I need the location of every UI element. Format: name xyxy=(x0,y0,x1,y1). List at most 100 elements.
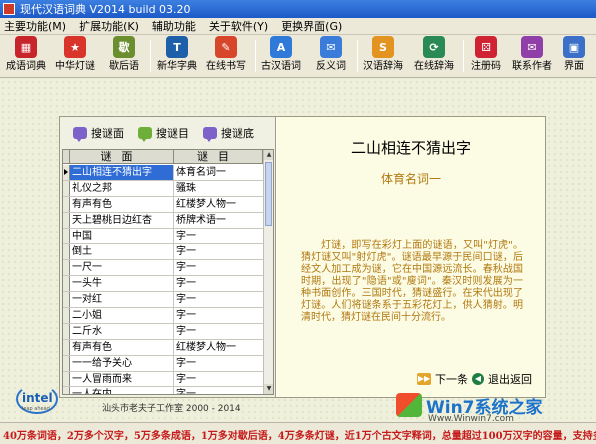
riddle-cell[interactable]: 二小姐 xyxy=(70,308,174,323)
column-header-riddle[interactable]: 谜面 xyxy=(70,150,174,164)
table-row[interactable]: 中国 字一 xyxy=(63,228,263,245)
toolbar-chinese-cihai-button[interactable]: S 汉语辞海 xyxy=(363,36,403,76)
tab-label: 搜谜底 xyxy=(221,126,254,140)
status-ticker: 40万条词语，2万多个汉字，5万多条成语，1万多对歇后语，4万多条灯谜，近1万个… xyxy=(3,431,596,442)
row-indicator xyxy=(63,260,70,276)
toolbar-registration-button[interactable]: ⚄ 注册码 xyxy=(471,36,501,76)
category-cell[interactable]: 字一 xyxy=(174,308,263,323)
exit-return-button[interactable]: ◀ 退出返回 xyxy=(472,371,532,387)
column-header-category[interactable]: 谜目 xyxy=(174,150,263,164)
category-cell[interactable]: 字一 xyxy=(174,276,263,291)
row-indicator xyxy=(63,339,70,355)
riddle-cell[interactable]: 中国 xyxy=(70,228,174,244)
xinhua-dictionary-icon: T xyxy=(166,36,188,58)
riddle-cell[interactable]: 倒土 xyxy=(70,244,174,260)
toolbar-xiehouyu-button[interactable]: 歇 歇后语 xyxy=(109,36,139,76)
scroll-down-arrow-icon[interactable]: ▼ xyxy=(264,384,273,394)
next-riddle-button[interactable]: ▶▶ 下一条 xyxy=(417,371,468,387)
toolbar-contact-author-button[interactable]: ✉ 联系作者 xyxy=(512,36,552,76)
tab-search-riddle-text[interactable]: 搜谜面 xyxy=(73,125,124,142)
table-row[interactable]: 有声有色 红楼梦人物一 xyxy=(63,196,263,213)
table-row[interactable]: 二斤水 字一 xyxy=(63,323,263,340)
table-row[interactable]: 一人在内 字一 xyxy=(63,387,263,394)
category-cell[interactable]: 体育名词一 xyxy=(174,165,263,180)
riddle-detail-pane: 二山相连不猜出字 体育名词一 灯谜，即写在彩灯上面的谜语，又叫"灯虎"。猜灯谜又… xyxy=(277,117,545,397)
toolbar-online-cihai-button[interactable]: ⟳ 在线辞海 xyxy=(414,36,454,76)
toolbar-idiom-dictionary-button[interactable]: ▦ 成语词典 xyxy=(6,36,46,76)
category-cell[interactable]: 字一 xyxy=(174,244,263,259)
riddle-cell[interactable]: 二山相连不猜出字 xyxy=(70,165,174,180)
menu-main-functions[interactable]: 主要功能(M) xyxy=(4,18,66,34)
idiom-dictionary-icon: ▦ xyxy=(15,36,37,58)
scrollbar-thumb[interactable] xyxy=(265,162,272,226)
category-cell[interactable]: 字一 xyxy=(174,324,263,339)
row-indicator xyxy=(63,165,70,180)
speech-bubble-icon xyxy=(138,126,152,142)
toolbar-label: 在线辞海 xyxy=(414,61,454,72)
riddle-cell[interactable]: 一一给予关心 xyxy=(70,355,174,371)
window-title: 现代汉语词典 V2014 build 03.20 xyxy=(20,3,191,16)
category-cell[interactable]: 字一 xyxy=(174,387,263,394)
row-indicator xyxy=(63,371,70,387)
riddle-explanation: 灯谜，即写在彩灯上面的谜语，又叫"灯虎"。猜灯谜又叫"射灯虎"。谜语最早源于民间… xyxy=(301,240,523,323)
intel-slogan: leap ahead xyxy=(22,406,50,412)
riddle-cell[interactable]: 有声有色 xyxy=(70,339,174,355)
category-cell[interactable]: 字一 xyxy=(174,372,263,387)
table-scrollbar[interactable]: ▲ ▼ xyxy=(263,150,273,394)
toolbar-online-writing-button[interactable]: ✎ 在线书写 xyxy=(206,36,246,76)
category-cell[interactable]: 字一 xyxy=(174,356,263,371)
search-tabs: 搜谜面 搜谜目 搜谜底 xyxy=(60,117,276,148)
category-cell[interactable]: 骚珠 xyxy=(174,181,263,196)
app-icon xyxy=(3,3,15,15)
antonym-icon: ✉ xyxy=(320,36,342,58)
intel-brand: intel xyxy=(22,391,53,405)
menu-about-software[interactable]: 关于软件(Y) xyxy=(209,18,268,34)
riddle-category: 体育名词一 xyxy=(380,172,441,186)
table-row[interactable]: 一尺一 字一 xyxy=(63,260,263,277)
toolbar-interface-button[interactable]: ▣ 界面 xyxy=(563,36,585,76)
category-cell[interactable]: 红楼梦人物一 xyxy=(174,340,263,355)
menu-extended-functions[interactable]: 扩展功能(K) xyxy=(79,18,139,34)
table-row[interactable]: 一头牛 字一 xyxy=(63,276,263,293)
toolbar-label: 联系作者 xyxy=(512,61,552,72)
toolbar-xinhua-dictionary-button[interactable]: T 新华字典 xyxy=(157,36,197,76)
table-row[interactable]: 有声有色 红楼梦人物一 xyxy=(63,339,263,356)
toolbar-label: 新华字典 xyxy=(157,61,197,72)
tab-search-riddle-answer[interactable]: 搜谜底 xyxy=(203,125,254,142)
toolbar-classical-chinese-button[interactable]: A 古汉语词 xyxy=(261,36,301,76)
table-row[interactable]: 礼仪之邦 骚珠 xyxy=(63,180,263,197)
table-row[interactable]: 二小姐 字一 xyxy=(63,308,263,324)
riddle-cell[interactable]: 天上碧桃日边红杏 xyxy=(70,212,174,228)
riddle-cell[interactable]: 一对红 xyxy=(70,292,174,308)
table-row[interactable]: 一对红 字一 xyxy=(63,292,263,309)
riddle-table: 谜面 谜目 二山相连不猜出字 体育名词一 礼仪之邦 骚珠 有声有色 红楼梦人物一 天上碧桃日… xyxy=(62,149,274,395)
riddle-cell[interactable]: 一人在内 xyxy=(70,387,174,394)
toolbar-chinese-riddles-button[interactable]: ★ 中华灯谜 xyxy=(55,36,95,76)
table-row[interactable]: 二山相连不猜出字 体育名词一 xyxy=(63,165,263,181)
category-cell[interactable]: 字一 xyxy=(174,260,263,275)
riddle-text: 二山相连不猜出字 xyxy=(350,139,471,157)
table-row[interactable]: 倒土 字一 xyxy=(63,244,263,261)
menu-change-interface[interactable]: 更换界面(G) xyxy=(281,18,342,34)
category-cell[interactable]: 字一 xyxy=(174,229,263,244)
category-cell[interactable]: 桥牌术语一 xyxy=(174,213,263,228)
scroll-up-arrow-icon[interactable]: ▲ xyxy=(264,150,273,160)
toolbar-label: 注册码 xyxy=(471,61,501,72)
table-row[interactable]: 天上碧桃日边红杏 桥牌术语一 xyxy=(63,212,263,229)
menu-auxiliary-functions[interactable]: 辅助功能 xyxy=(152,18,196,34)
tab-search-riddle-category[interactable]: 搜谜目 xyxy=(138,125,189,142)
toolbar-antonym-button[interactable]: ✉ 反义词 xyxy=(316,36,346,76)
table-row[interactable]: 一一给予关心 字一 xyxy=(63,355,263,372)
category-cell[interactable]: 红楼梦人物一 xyxy=(174,197,263,212)
speech-bubble-icon xyxy=(203,126,217,142)
riddle-cell[interactable]: 一尺一 xyxy=(70,260,174,276)
riddle-cell[interactable]: 有声有色 xyxy=(70,196,174,212)
table-row[interactable]: 一人冒雨而来 字一 xyxy=(63,371,263,388)
riddle-cell[interactable]: 二斤水 xyxy=(70,323,174,339)
chinese-cihai-icon: S xyxy=(372,36,394,58)
riddle-cell[interactable]: 一人冒雨而来 xyxy=(70,371,174,387)
tab-label: 搜谜目 xyxy=(156,126,189,140)
riddle-cell[interactable]: 一头牛 xyxy=(70,276,174,292)
riddle-cell[interactable]: 礼仪之邦 xyxy=(70,180,174,196)
category-cell[interactable]: 字一 xyxy=(174,292,263,307)
